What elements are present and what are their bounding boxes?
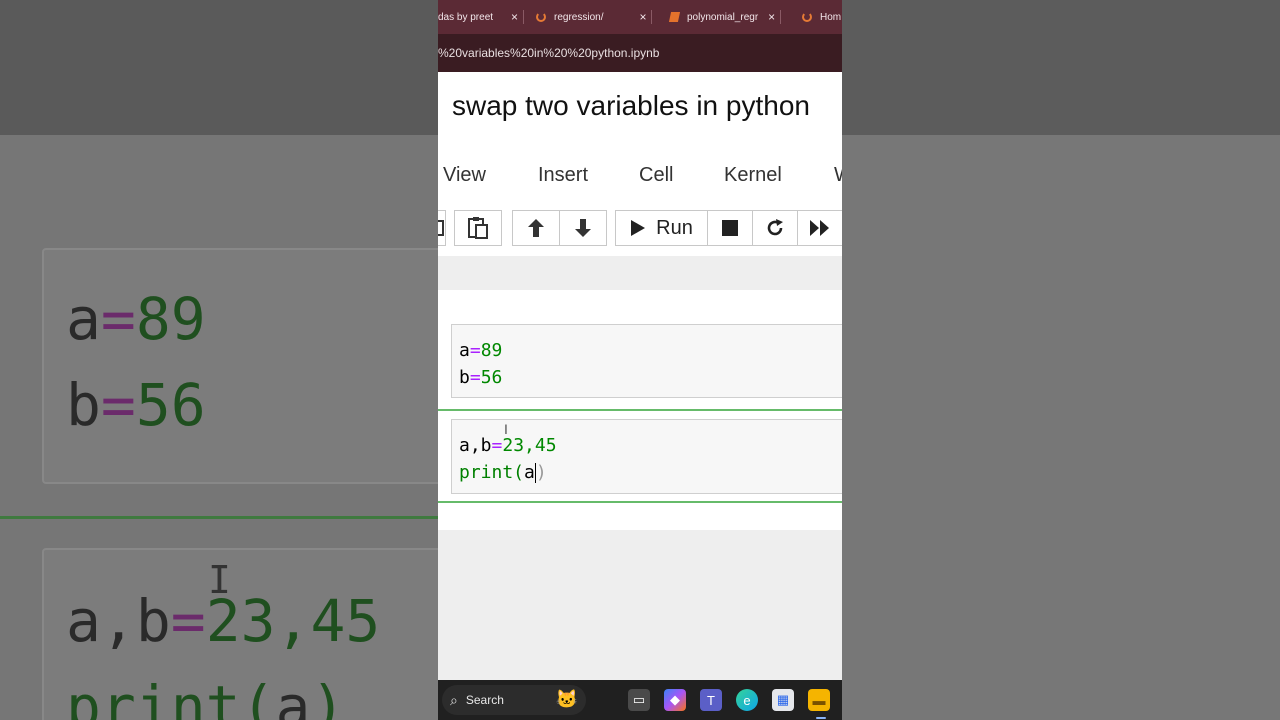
- restart-button[interactable]: [752, 210, 798, 246]
- tab-pandas[interactable]: das by preet ×: [438, 0, 525, 34]
- paste-button[interactable]: [454, 210, 502, 246]
- bg-code-line-4: print(a): [66, 673, 346, 720]
- browser-window: das by preet × regression/ × polynomial_…: [438, 0, 842, 720]
- play-icon: [631, 220, 646, 236]
- mouse-ibeam-icon: I: [504, 421, 508, 437]
- run-label: Run: [656, 216, 693, 239]
- run-button[interactable]: Run: [615, 210, 708, 246]
- menu-view[interactable]: View: [443, 164, 486, 187]
- close-icon[interactable]: ×: [511, 10, 518, 24]
- selected-cell-border-bottom: [438, 501, 842, 503]
- notebook-icon: [668, 12, 681, 22]
- bg-right: [842, 135, 1280, 720]
- interrupt-button[interactable]: [707, 210, 753, 246]
- search-icon: ⌕: [450, 691, 458, 708]
- tab-polynomial[interactable]: polynomial_regr ×: [668, 0, 782, 34]
- paste-icon: [468, 217, 488, 239]
- jupyter-ring-icon: [536, 12, 546, 22]
- menu-bar: View Insert Cell Kernel W: [438, 152, 842, 198]
- copy-button[interactable]: [438, 210, 446, 246]
- cell-input[interactable]: a=89 b=56: [459, 337, 502, 391]
- tab-separator: [651, 10, 653, 24]
- move-down-button[interactable]: [559, 210, 607, 246]
- fast-forward-icon: [810, 220, 829, 236]
- url-text: %20variables%20in%20%20python.ipynb: [438, 46, 660, 60]
- jupyter-ring-icon: [802, 12, 812, 22]
- tab-label: Hom: [820, 11, 842, 23]
- bg-code-line-2: b=56: [66, 371, 206, 439]
- folder-icon[interactable]: ▬: [808, 689, 830, 711]
- address-bar[interactable]: %20variables%20in%20%20python.ipynb: [438, 34, 842, 72]
- bg-code-line-1: a=89: [66, 285, 206, 353]
- stop-icon: [722, 220, 738, 236]
- close-icon[interactable]: ×: [639, 10, 646, 24]
- notebook-title[interactable]: swap two variables in python: [452, 90, 810, 122]
- code-cell-1[interactable]: a=89 b=56: [451, 324, 842, 398]
- arrow-down-icon: [575, 219, 591, 237]
- tab-home[interactable]: Hom: [802, 0, 841, 34]
- menu-cell[interactable]: Cell: [639, 164, 673, 187]
- copy-icon: [438, 220, 444, 236]
- restart-icon: [767, 219, 783, 236]
- menu-kernel[interactable]: Kernel: [724, 164, 782, 187]
- bg-selection-line: [0, 516, 438, 519]
- notebook-toolbar: Run: [438, 198, 842, 256]
- teams-icon[interactable]: T: [700, 689, 722, 711]
- tab-separator: [523, 10, 525, 24]
- notebook-background-strip: [438, 256, 842, 290]
- code-cell-2[interactable]: a,b=23,45 print(a): [451, 419, 842, 494]
- page-background: [438, 530, 842, 680]
- move-up-button[interactable]: [512, 210, 560, 246]
- arrow-up-icon: [528, 219, 544, 237]
- taskbar-search[interactable]: ⌕ Search 🐱: [442, 685, 586, 715]
- tab-separator: [780, 10, 782, 24]
- task-view-icon[interactable]: ▭: [628, 689, 650, 711]
- store-icon[interactable]: ▦: [772, 689, 794, 711]
- menu-widgets[interactable]: W: [834, 164, 842, 187]
- notebook-header: swap two variables in python: [438, 72, 842, 152]
- edge-icon[interactable]: e: [736, 689, 758, 711]
- close-icon[interactable]: ×: [768, 10, 775, 24]
- tab-label: polynomial_regr: [687, 11, 759, 23]
- menu-insert[interactable]: Insert: [538, 164, 588, 187]
- copilot-icon[interactable]: ◆: [664, 689, 686, 711]
- selected-cell-border-top: [438, 409, 842, 411]
- taskbar: ⌕ Search 🐱 ▭ ◆ T e ▦ ▬: [438, 680, 842, 720]
- tab-regression[interactable]: regression/ ×: [536, 0, 653, 34]
- restart-run-all-button[interactable]: [797, 210, 842, 246]
- bg-text-cursor-icon: I: [208, 558, 231, 602]
- cat-illustration-icon: 🐱: [555, 689, 578, 709]
- tab-bar: das by preet × regression/ × polynomial_…: [438, 0, 842, 34]
- tab-label: regression/: [554, 11, 604, 23]
- cell-input[interactable]: a,b=23,45 print(a): [459, 432, 557, 486]
- search-label: Search: [465, 693, 504, 707]
- active-app-indicator: [816, 717, 826, 719]
- bg-right-top: [842, 0, 1280, 135]
- tab-label: das by preet: [438, 11, 494, 23]
